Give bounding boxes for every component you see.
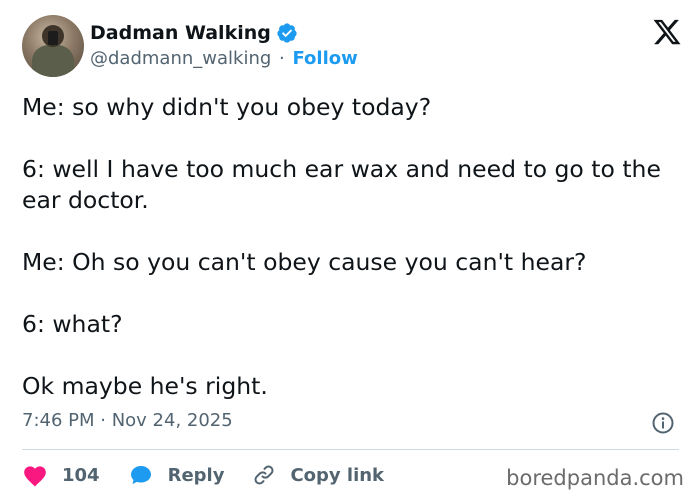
tweet-paragraph: 6: what?: [22, 310, 123, 338]
info-icon[interactable]: [651, 411, 675, 435]
tweet-timestamp[interactable]: 7:46 PM · Nov 24, 2025: [22, 410, 233, 431]
tweet-paragraph: Ok maybe he's right.: [22, 372, 268, 400]
copy-link-label: Copy link: [290, 464, 385, 486]
like-count: 104: [62, 464, 100, 486]
tweet-paragraph: 6: well I have too much ear wax and need…: [22, 155, 661, 214]
like-button[interactable]: 104: [22, 463, 100, 487]
tweet-paragraph: Me: so why didn't you obey today?: [22, 93, 432, 121]
follow-button[interactable]: Follow: [292, 48, 357, 69]
tweet-header: Dadman Walking @dadmann_walking · Follow: [22, 15, 682, 77]
tweet-text: Me: so why didn't you obey today? 6: wel…: [22, 92, 682, 402]
copy-link-button[interactable]: Copy link: [252, 463, 384, 487]
author-name-row: Dadman Walking: [90, 22, 298, 44]
author-handle[interactable]: @dadmann_walking: [90, 48, 271, 69]
link-icon: [254, 465, 274, 485]
reply-label: Reply: [167, 464, 225, 486]
author-handle-row: @dadmann_walking · Follow: [90, 48, 358, 69]
action-bar: 104 Reply Copy link: [22, 460, 412, 490]
reply-bubble-icon: [130, 466, 151, 484]
verified-badge-icon: [277, 23, 297, 43]
reply-button[interactable]: Reply: [128, 463, 225, 487]
author-name[interactable]: Dadman Walking: [90, 22, 271, 44]
separator: ·: [279, 48, 285, 69]
avatar[interactable]: [22, 15, 84, 77]
divider: [22, 449, 679, 450]
tweet-paragraph: Me: Oh so you can't obey cause you can't…: [22, 248, 587, 276]
avatar-body: [32, 45, 74, 77]
heart-icon: [24, 466, 46, 487]
watermark: boredpanda.com: [506, 466, 684, 490]
avatar-phone: [48, 31, 58, 45]
x-logo-icon[interactable]: [652, 17, 682, 47]
